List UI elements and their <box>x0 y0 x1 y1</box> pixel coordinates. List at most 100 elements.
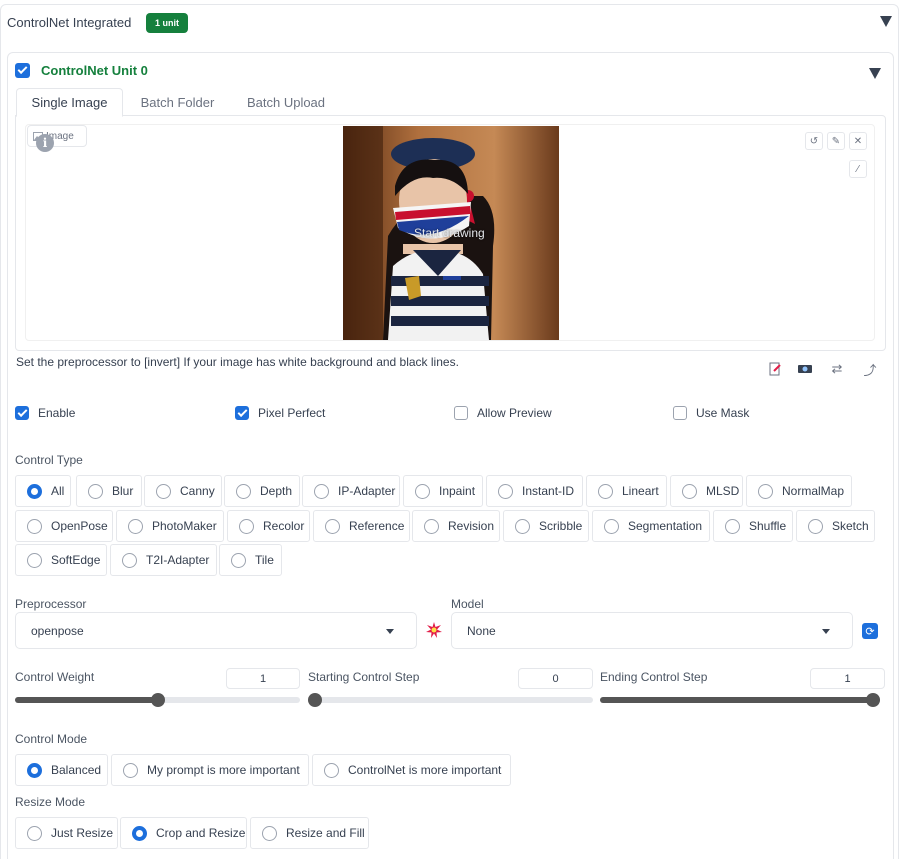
resize-mode-option[interactable]: Just Resize <box>15 817 118 849</box>
control-type-option[interactable]: Tile <box>219 544 282 576</box>
control-type-option[interactable]: MLSD <box>670 475 743 507</box>
control-type-option[interactable]: Instant-ID <box>486 475 583 507</box>
starting-step-label: Starting Control Step <box>308 670 420 684</box>
control-type-option[interactable]: Recolor <box>227 510 310 542</box>
pixel-perfect-label: Pixel Perfect <box>258 406 326 420</box>
control-weight-slider[interactable] <box>15 693 300 707</box>
option-label: My prompt is more important <box>147 763 300 777</box>
control-type-option[interactable]: All <box>15 475 71 507</box>
control-type-option[interactable]: IP-Adapter <box>302 475 400 507</box>
brush-icon[interactable]: ⁄ <box>849 160 867 178</box>
preprocessor-value: openpose <box>31 623 84 638</box>
accordion-title[interactable]: ControlNet Integrated <box>7 15 131 30</box>
unit-count-badge: 1 unit <box>146 13 188 33</box>
undo-icon[interactable]: ↺ <box>805 132 823 150</box>
starting-step-slider[interactable] <box>308 693 593 707</box>
tab-batch-folder[interactable]: Batch Folder <box>129 88 226 117</box>
tab-batch-upload[interactable]: Batch Upload <box>234 88 338 117</box>
allow-preview-checkbox[interactable] <box>454 406 468 420</box>
radio-dot <box>27 483 42 499</box>
option-label: Shuffle <box>749 519 787 533</box>
info-icon[interactable]: i <box>36 134 54 152</box>
control-type-option[interactable]: NormalMap <box>746 475 852 507</box>
option-label: Segmentation <box>628 519 703 533</box>
enable-option[interactable]: Enable <box>15 406 75 420</box>
control-type-option[interactable]: Segmentation <box>592 510 710 542</box>
option-label: Reference <box>349 519 405 533</box>
option-label: Inpaint <box>439 484 476 498</box>
control-type-option[interactable]: OpenPose <box>15 510 113 542</box>
use-mask-checkbox[interactable] <box>673 406 687 420</box>
preprocessor-select[interactable]: openpose <box>15 612 417 649</box>
collapse-triangle-icon[interactable] <box>880 16 892 27</box>
radio-dot <box>415 483 430 499</box>
run-preprocessor-icon[interactable] <box>424 620 444 640</box>
control-type-option[interactable]: Inpaint <box>403 475 483 507</box>
unit-enable-checkbox[interactable] <box>15 63 30 78</box>
control-type-option[interactable]: Revision <box>412 510 500 542</box>
tab-single-image[interactable]: Single Image <box>16 88 123 117</box>
slider-handle[interactable] <box>866 693 880 707</box>
option-label: Scribble <box>539 519 583 533</box>
preprocessor-label: Preprocessor <box>15 597 87 611</box>
use-mask-option[interactable]: Use Mask <box>673 406 749 420</box>
unit-title[interactable]: ControlNet Unit 0 <box>41 63 148 78</box>
radio-dot <box>27 825 42 841</box>
resize-mode-option[interactable]: Crop and Resize <box>120 817 247 849</box>
control-type-option[interactable]: Shuffle <box>713 510 793 542</box>
control-type-option[interactable]: Canny <box>144 475 222 507</box>
send-dimensions-icon[interactable]: ⤴ <box>855 354 885 384</box>
radio-dot <box>325 518 340 534</box>
radio-dot <box>324 762 339 778</box>
unit-collapse-triangle-icon[interactable] <box>869 68 881 79</box>
model-value: None <box>467 623 496 638</box>
controlnet-page: ControlNet Integrated 1 unit ControlNet … <box>0 0 900 859</box>
radio-dot <box>424 518 439 534</box>
control-type-option[interactable]: PhotoMaker <box>116 510 224 542</box>
control-mode-option[interactable]: Balanced <box>15 754 108 786</box>
option-label: Depth <box>260 484 293 498</box>
control-mode-option[interactable]: My prompt is more important <box>111 754 309 786</box>
ending-step-input[interactable]: 1 <box>810 668 885 689</box>
close-icon[interactable]: ✕ <box>849 132 867 150</box>
model-select[interactable]: None <box>451 612 853 649</box>
model-label: Model <box>451 597 484 611</box>
control-weight-input[interactable]: 1 <box>226 668 300 689</box>
control-mode-label: Control Mode <box>15 732 88 746</box>
radio-dot <box>239 518 254 534</box>
radio-dot <box>231 552 246 568</box>
control-type-option[interactable]: Blur <box>76 475 142 507</box>
pixel-perfect-checkbox[interactable] <box>235 406 249 420</box>
radio-dot <box>515 518 530 534</box>
control-type-option[interactable]: Depth <box>224 475 300 507</box>
control-type-option[interactable]: Lineart <box>586 475 667 507</box>
eraser-icon[interactable]: ✎ <box>827 132 845 150</box>
control-type-option[interactable]: Sketch <box>796 510 875 542</box>
radio-dot <box>725 518 740 534</box>
slider-handle[interactable] <box>150 693 165 707</box>
option-label: Instant-ID <box>522 484 575 498</box>
resize-mode-option[interactable]: Resize and Fill <box>250 817 369 849</box>
refresh-models-icon[interactable]: ⟳ <box>862 623 878 639</box>
ending-step-slider[interactable] <box>600 693 880 707</box>
control-mode-option[interactable]: ControlNet is more important <box>312 754 511 786</box>
radio-dot <box>314 483 329 499</box>
control-type-option[interactable]: T2I-Adapter <box>110 544 217 576</box>
control-type-option[interactable]: Scribble <box>503 510 589 542</box>
option-label: Sketch <box>832 519 869 533</box>
mirror-webcam-icon[interactable]: ⇄ <box>822 354 852 384</box>
control-type-option[interactable]: SoftEdge <box>15 544 107 576</box>
control-type-label: Control Type <box>15 453 83 467</box>
allow-preview-option[interactable]: Allow Preview <box>454 406 552 420</box>
enable-checkbox[interactable] <box>15 406 29 420</box>
ending-step-label: Ending Control Step <box>600 670 708 684</box>
radio-dot <box>27 762 42 778</box>
webcam-icon[interactable] <box>790 354 820 384</box>
starting-step-input[interactable]: 0 <box>518 668 593 689</box>
control-type-option[interactable]: Reference <box>313 510 410 542</box>
pixel-perfect-option[interactable]: Pixel Perfect <box>235 406 325 420</box>
resize-mode-label: Resize Mode <box>15 795 86 809</box>
new-canvas-icon[interactable] <box>760 354 790 384</box>
radio-dot <box>132 825 147 841</box>
slider-handle[interactable] <box>308 693 322 707</box>
